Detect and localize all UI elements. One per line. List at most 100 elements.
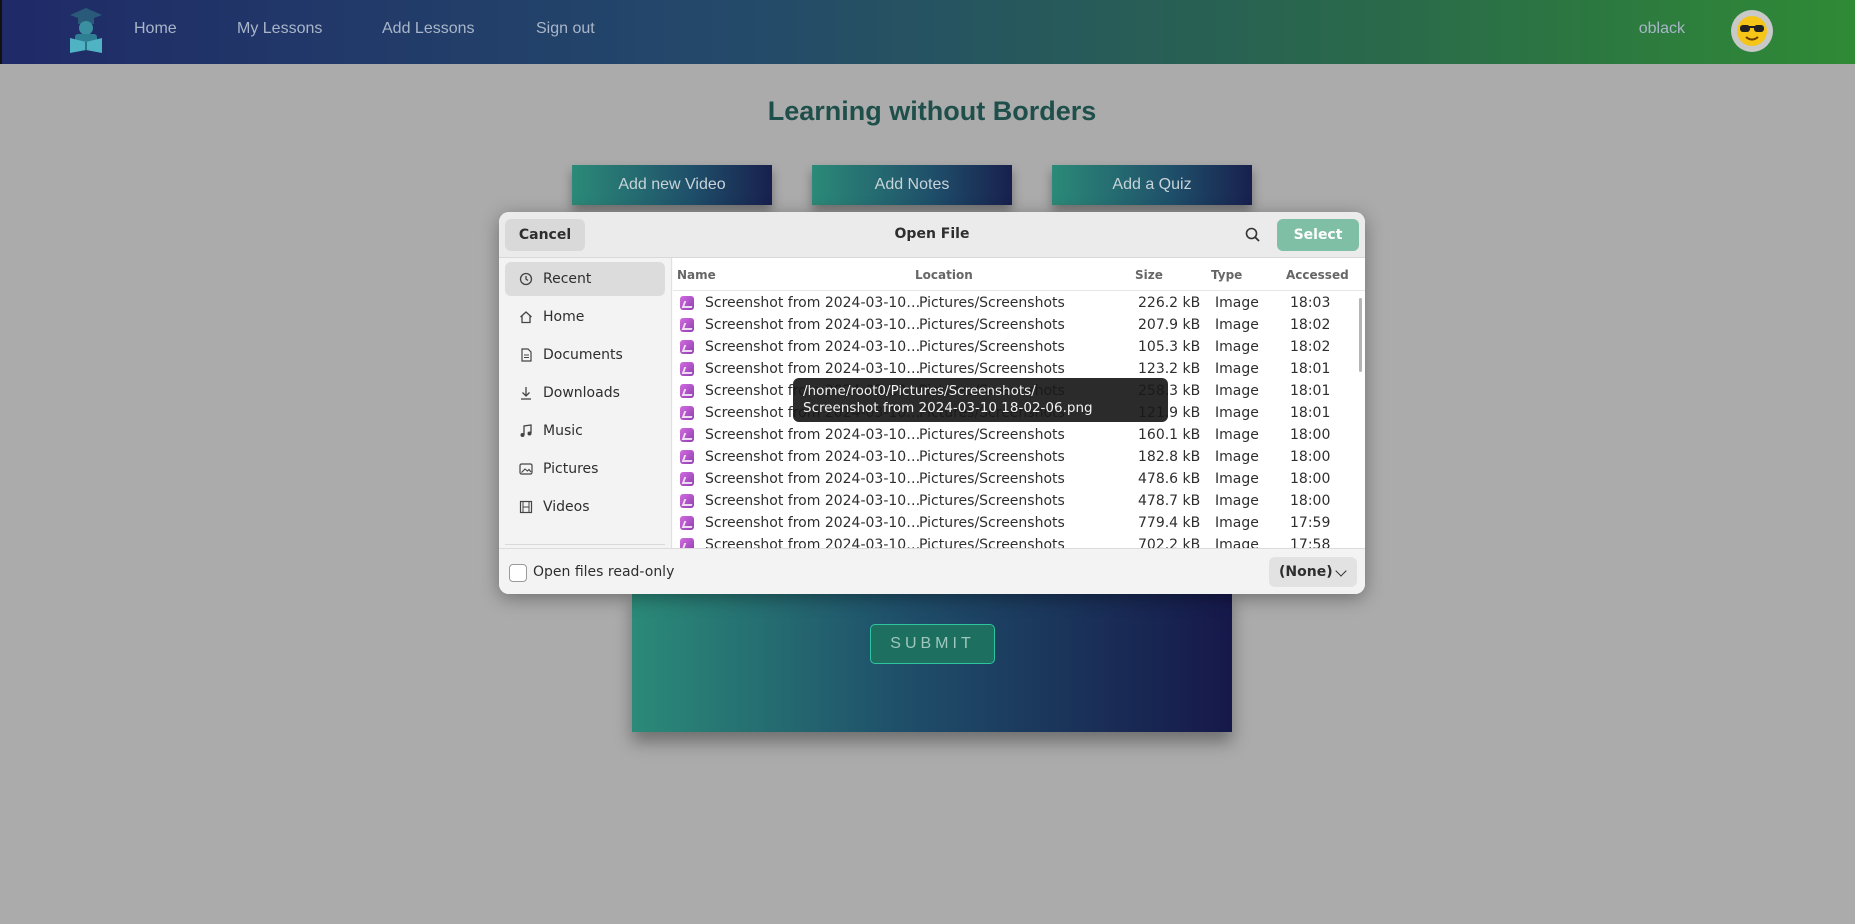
file-location: Pictures/Screenshots [919,295,1065,311]
file-name: Screenshot from 2024-03-10… [705,339,921,355]
sidebar-item-label: Documents [543,347,623,363]
file-row[interactable]: Screenshot from 2024-03-10…Pictures/Scre… [673,534,1353,548]
scrollbar[interactable] [1359,298,1362,372]
file-location: Pictures/Screenshots [919,449,1065,465]
nav-sign-out-link[interactable]: Sign out [536,20,595,38]
image-file-icon [680,428,694,442]
file-type: Image [1215,339,1259,355]
add-new-video-button[interactable]: Add new Video [572,165,772,205]
add-notes-button[interactable]: Add Notes [812,165,1012,205]
film-icon [519,500,533,514]
add-quiz-button[interactable]: Add a Quiz [1052,165,1252,205]
file-name: Screenshot from 2024-03-10… [705,537,921,548]
sidebar-item-home[interactable]: Home [505,300,665,334]
file-location: Pictures/Screenshots [919,515,1065,531]
tooltip-filename: Screenshot from 2024-03-10 18-02-06.png [803,400,1093,416]
file-name: Screenshot from 2024-03-10… [705,295,921,311]
select-button[interactable]: Select [1277,219,1359,251]
file-row[interactable]: Screenshot from 2024-03-10…Pictures/Scre… [673,314,1353,336]
sidebar-item-music[interactable]: Music [505,414,665,448]
image-file-icon [680,538,694,548]
sidebar-item-documents[interactable]: Documents [505,338,665,372]
file-row[interactable]: Screenshot from 2024-03-10…Pictures/Scre… [673,446,1353,468]
file-accessed: 18:01 [1290,405,1331,421]
file-location: Pictures/Screenshots [919,537,1065,548]
file-size: 123.2 kB [1138,361,1201,377]
image-file-icon [680,296,694,310]
column-header-name[interactable]: Name [677,268,716,282]
file-accessed: 18:03 [1290,295,1331,311]
file-name: Screenshot from 2024-03-10… [705,427,921,443]
sidebar-item-label: Pictures [543,461,599,477]
nav-home-link[interactable]: Home [134,20,177,38]
sunglasses-emoji-icon [1737,16,1767,46]
file-location: Pictures/Screenshots [919,361,1065,377]
file-row[interactable]: Screenshot from 2024-03-10…Pictures/Scre… [673,358,1353,380]
file-row[interactable]: Screenshot from 2024-03-10…Pictures/Scre… [673,336,1353,358]
sidebar-item-downloads[interactable]: Downloads [505,376,665,410]
file-type: Image [1215,361,1259,377]
sidebar-item-videos[interactable]: Videos [505,490,665,524]
file-name: Screenshot from 2024-03-10… [705,515,921,531]
sidebar-item-recent[interactable]: Recent [505,262,665,296]
submit-button[interactable]: SUBMIT [870,624,995,664]
sidebar-item-label: Home [543,309,585,325]
file-row[interactable]: Screenshot from 2024-03-10…Pictures/Scre… [673,512,1353,534]
file-filter-dropdown[interactable]: (None) [1269,557,1357,587]
file-type: Image [1215,493,1259,509]
avatar[interactable] [1731,10,1773,52]
file-location: Pictures/Screenshots [919,493,1065,509]
file-accessed: 17:59 [1290,515,1331,531]
file-accessed: 18:00 [1290,449,1331,465]
file-row[interactable]: Screenshot from 2024-03-10…Pictures/Scre… [673,468,1353,490]
sidebar-item-label: Music [543,423,583,439]
dialog-header: Cancel Open File Select [499,212,1365,258]
file-size: 160.1 kB [1138,427,1201,443]
column-header-location[interactable]: Location [915,268,973,282]
file-row[interactable]: Screenshot from 2024-03-10…Pictures/Scre… [673,424,1353,446]
file-path-tooltip: /home/root0/Pictures/Screenshots/ Screen… [793,378,1168,422]
nav-add-lessons-link[interactable]: Add Lessons [382,20,475,38]
file-location: Pictures/Screenshots [919,317,1065,333]
file-size: 182.8 kB [1138,449,1201,465]
file-size: 478.6 kB [1138,471,1201,487]
file-name: Screenshot from 2024-03-10… [705,493,921,509]
column-header-type[interactable]: Type [1211,268,1242,282]
sidebar-item-label: Recent [543,271,592,287]
file-accessed: 18:01 [1290,383,1331,399]
sidebar-item-pictures[interactable]: Pictures [505,452,665,486]
file-type: Image [1215,295,1259,311]
chevron-down-icon [1335,565,1347,577]
tooltip-path: /home/root0/Pictures/Screenshots/ [803,383,1036,399]
column-header-accessed[interactable]: Accessed [1286,268,1349,282]
nav-my-lessons-link[interactable]: My Lessons [237,20,322,38]
home-icon [520,311,532,324]
image-file-icon [680,472,694,486]
file-size: 105.3 kB [1138,339,1201,355]
read-only-label: Open files read-only [533,564,675,580]
graduate-reading-logo-icon[interactable] [66,6,106,54]
file-type: Image [1215,515,1259,531]
file-row[interactable]: Screenshot from 2024-03-10…Pictures/Scre… [673,490,1353,512]
file-row[interactable]: Screenshot from 2024-03-10…Pictures/Scre… [673,292,1353,314]
file-type: Image [1215,449,1259,465]
sidebar-item-label: Videos [543,499,590,515]
download-icon [521,387,531,400]
image-file-icon [680,450,694,464]
search-icon[interactable] [1241,223,1265,247]
file-size: 478.7 kB [1138,493,1201,509]
column-header-size[interactable]: Size [1135,268,1163,282]
read-only-checkbox[interactable] [509,564,527,582]
file-accessed: 17:58 [1290,537,1331,548]
filter-value: (None) [1279,564,1333,580]
file-size: 207.9 kB [1138,317,1201,333]
file-type: Image [1215,537,1259,548]
file-name: Screenshot from 2024-03-10… [705,449,921,465]
file-location: Pictures/Screenshots [919,339,1065,355]
image-file-icon [680,516,694,530]
file-accessed: 18:02 [1290,339,1331,355]
file-type: Image [1215,427,1259,443]
file-size: 702.2 kB [1138,537,1201,548]
file-name: Screenshot from 2024-03-10… [705,317,921,333]
file-type: Image [1215,383,1259,399]
